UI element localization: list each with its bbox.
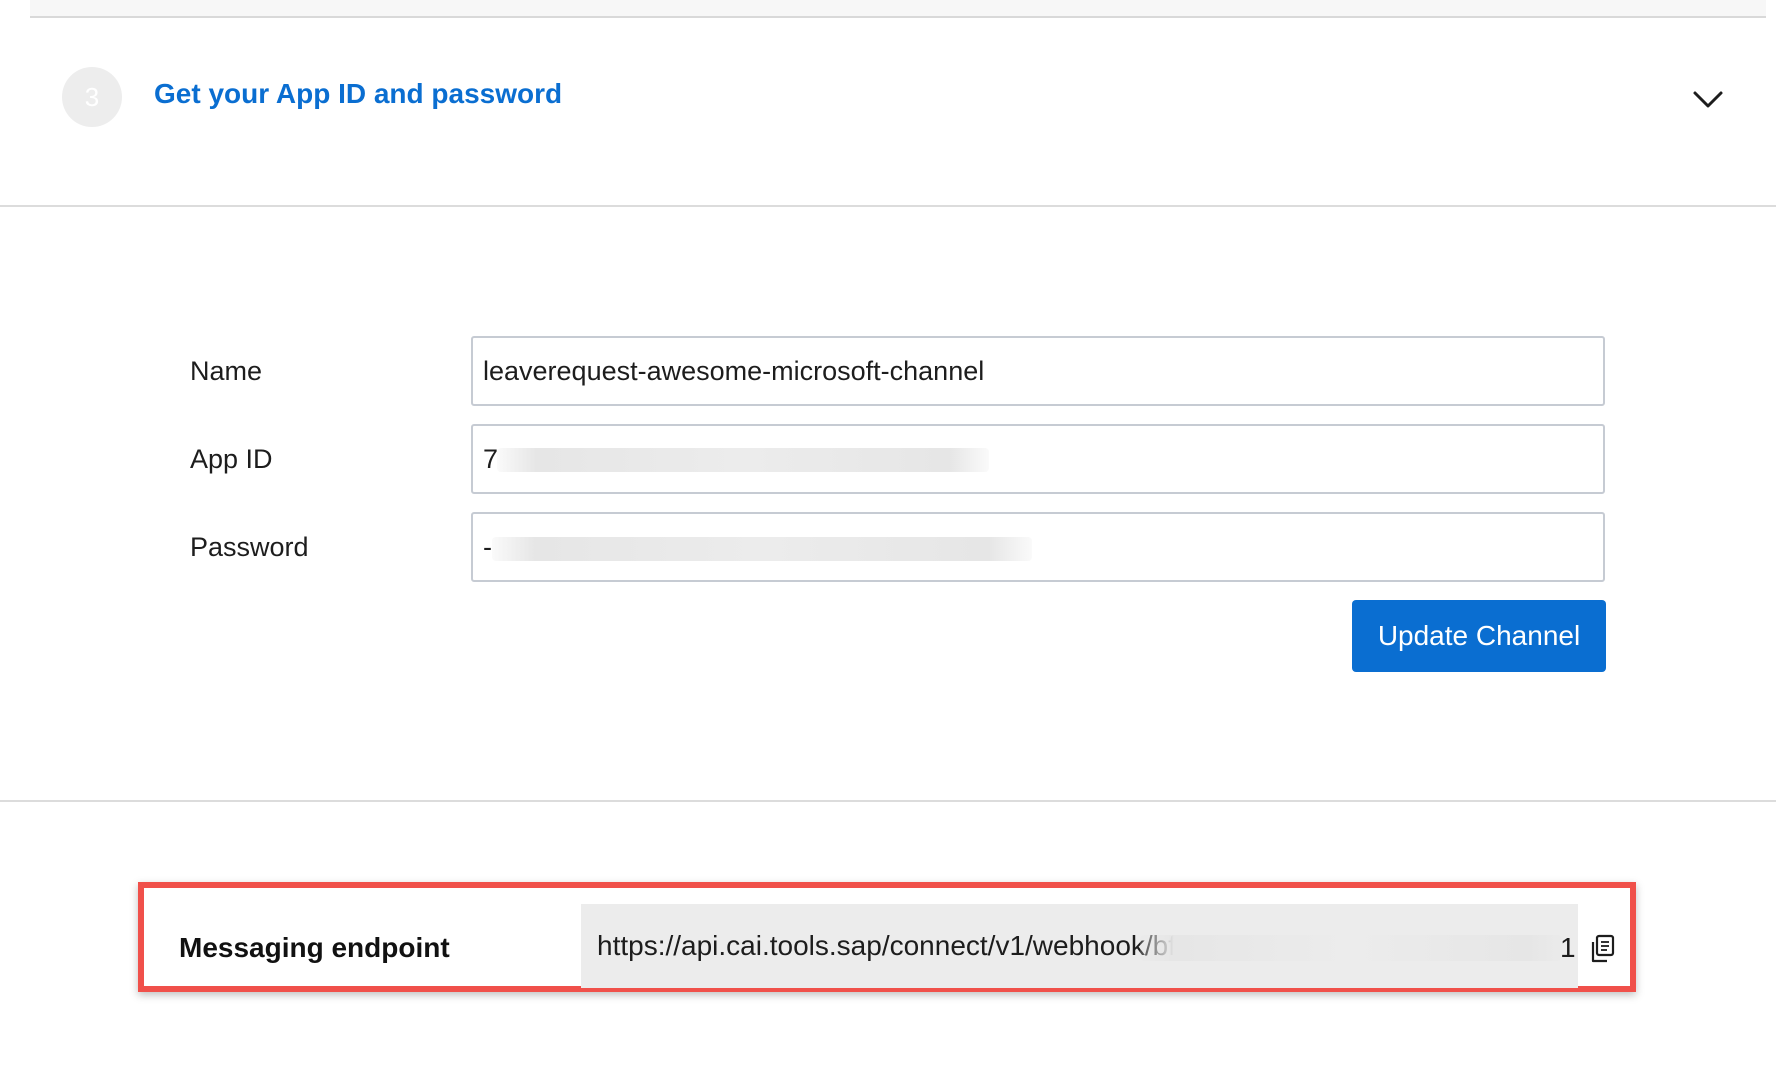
password-label: Password (190, 532, 309, 562)
messaging-endpoint-label: Messaging endpoint (179, 932, 450, 963)
messaging-endpoint-highlight: Messaging endpoint https://api.cai.tools… (138, 882, 1636, 992)
password-input[interactable] (471, 512, 1605, 582)
step-header[interactable]: 3 Get your App ID and password (0, 16, 1776, 206)
step-number-badge: 3 (62, 67, 122, 127)
section-divider (0, 205, 1776, 207)
app-id-input[interactable] (471, 424, 1605, 494)
messaging-endpoint-url[interactable]: https://api.cai.tools.sap/connect/v1/web… (581, 904, 1578, 988)
section-divider (0, 800, 1776, 802)
app-id-label: App ID (190, 444, 273, 474)
messaging-endpoint-url-end: 1 (1560, 932, 1576, 963)
step-title[interactable]: Get your App ID and password (154, 78, 562, 110)
chevron-down-icon[interactable] (1691, 87, 1725, 113)
update-channel-button[interactable]: Update Channel (1352, 600, 1606, 672)
name-input[interactable] (471, 336, 1605, 406)
copy-icon[interactable] (1588, 934, 1616, 964)
name-label: Name (190, 356, 263, 386)
